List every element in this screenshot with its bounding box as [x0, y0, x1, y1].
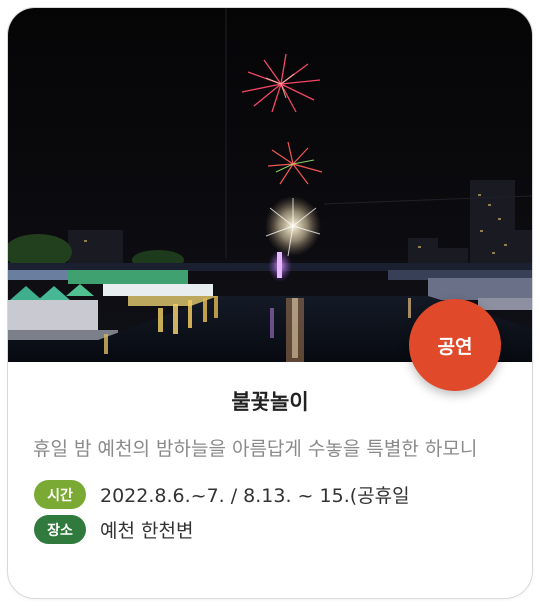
- place-label-pill: 장소: [34, 515, 86, 544]
- event-card[interactable]: 공연 불꽃놀이 휴일 밤 예천의 밤하늘을 아름답게 수놓을 특별한 하모니 시…: [7, 7, 533, 599]
- category-badge: 공연: [409, 299, 501, 391]
- time-value: 2022.8.6.~7. / 8.13. ~ 15.(공휴일: [100, 485, 410, 507]
- place-value: 예천 한천변: [100, 520, 194, 542]
- time-label-pill: 시간: [34, 480, 86, 509]
- event-title: 불꽃놀이: [231, 390, 309, 414]
- place-row: 장소 예천 한천변: [34, 515, 193, 544]
- time-row: 시간 2022.8.6.~7. / 8.13. ~ 15.(공휴일: [34, 480, 410, 509]
- event-description: 휴일 밤 예천의 밤하늘을 아름답게 수놓을 특별한 하모니: [33, 438, 478, 460]
